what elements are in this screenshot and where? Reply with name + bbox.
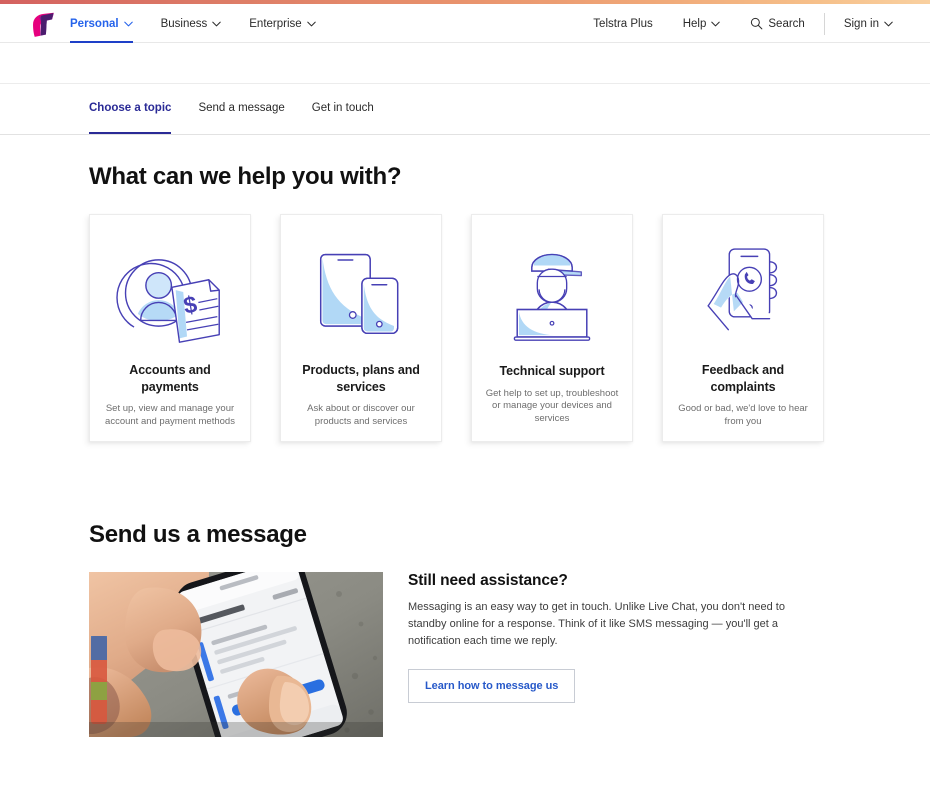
message-info-panel: Still need assistance? Messaging is an e… — [408, 572, 824, 704]
nav-item-business-label: Business — [160, 17, 208, 30]
tab-get-in-touch-label: Get in touch — [311, 102, 374, 114]
nav-item-telstra-plus-label: Telstra Plus — [593, 17, 653, 30]
topic-card-description: Ask about or discover our products and s… — [307, 403, 415, 428]
tab-list: Choose a topic Send a message Get in tou… — [89, 82, 401, 134]
chevron-down-icon — [212, 21, 221, 26]
chevron-down-icon — [711, 21, 721, 26]
tab-send-a-message[interactable]: Send a message — [198, 82, 311, 134]
topic-card-title: Products, plans and services — [302, 363, 420, 394]
topic-card-title: Accounts and payments — [129, 363, 211, 394]
nav-item-help[interactable]: Help — [668, 18, 736, 30]
nav-item-telstra-plus[interactable]: Telstra Plus — [578, 18, 667, 30]
nav-item-search-label: Search — [768, 17, 805, 30]
topic-card-feedback-and-complaints[interactable]: Feedback and complaints Good or bad, we'… — [662, 214, 824, 442]
topic-card-grid: $ Accounts and payments Set up, view and… — [89, 214, 830, 442]
telstra-t-logo[interactable] — [28, 10, 56, 38]
secondary-tabbar: Choose a topic Send a message Get in tou… — [0, 83, 930, 135]
tab-send-a-message-label: Send a message — [198, 102, 285, 114]
topic-card-products-plans-and-services[interactable]: Products, plans and services Ask about o… — [280, 214, 442, 442]
nav-item-search[interactable]: Search — [735, 17, 819, 30]
page-root: Personal Business Enterprise Telstra Plu… — [0, 0, 930, 786]
topic-card-title: Feedback and complaints — [701, 363, 785, 394]
section-title-send-us-a-message: Send us a message — [89, 521, 307, 548]
nav-item-help-label: Help — [682, 17, 707, 30]
hand-phone-call-illustration — [683, 235, 803, 350]
still-need-assistance-heading: Still need assistance? — [408, 572, 568, 589]
tab-choose-a-topic-label: Choose a topic — [89, 102, 172, 114]
topic-card-description: Set up, view and manage your account and… — [105, 403, 235, 428]
site-header: Personal Business Enterprise Telstra Plu… — [0, 4, 930, 43]
chevron-down-icon — [884, 21, 893, 26]
nav-item-personal[interactable]: Personal — [70, 4, 148, 43]
hands-holding-smartphone-photo — [89, 572, 383, 737]
nav-divider — [823, 12, 825, 35]
nav-item-sign-in[interactable]: Sign in — [829, 18, 908, 30]
tab-choose-a-topic[interactable]: Choose a topic — [89, 82, 198, 134]
chevron-down-icon — [306, 21, 316, 26]
topic-card-description: Get help to set up, troubleshoot or mana… — [485, 387, 619, 425]
learn-how-to-message-us-button[interactable]: Learn how to message us — [408, 669, 576, 704]
tab-get-in-touch[interactable]: Get in touch — [312, 82, 401, 134]
nav-item-enterprise[interactable]: Enterprise — [249, 4, 330, 43]
message-body-text: Messaging is an easy way to get in touch… — [408, 601, 785, 648]
nav-item-enterprise-label: Enterprise — [249, 17, 302, 30]
topic-card-accounts-and-payments[interactable]: $ Accounts and payments Set up, view and… — [89, 214, 251, 442]
search-icon — [751, 17, 763, 30]
topic-card-technical-support[interactable]: Technical support Get help to set up, tr… — [471, 214, 633, 442]
technician-laptop-illustration — [492, 235, 612, 351]
account-invoice-illustration: $ — [110, 235, 230, 350]
nav-item-sign-in-label: Sign in — [843, 17, 879, 30]
page-title: What can we help you with? — [89, 163, 402, 190]
tablet-phone-illustration — [301, 235, 421, 350]
chevron-down-icon — [123, 21, 133, 26]
topic-card-title: Technical support — [499, 364, 605, 378]
nav-item-business[interactable]: Business — [161, 4, 237, 43]
primary-nav-left: Personal Business Enterprise — [70, 4, 344, 43]
primary-nav-right: Telstra Plus Help Search Sign in — [578, 4, 908, 43]
nav-item-personal-label: Personal — [70, 17, 119, 30]
topic-card-description: Good or bad, we'd love to hear from you — [678, 403, 808, 428]
